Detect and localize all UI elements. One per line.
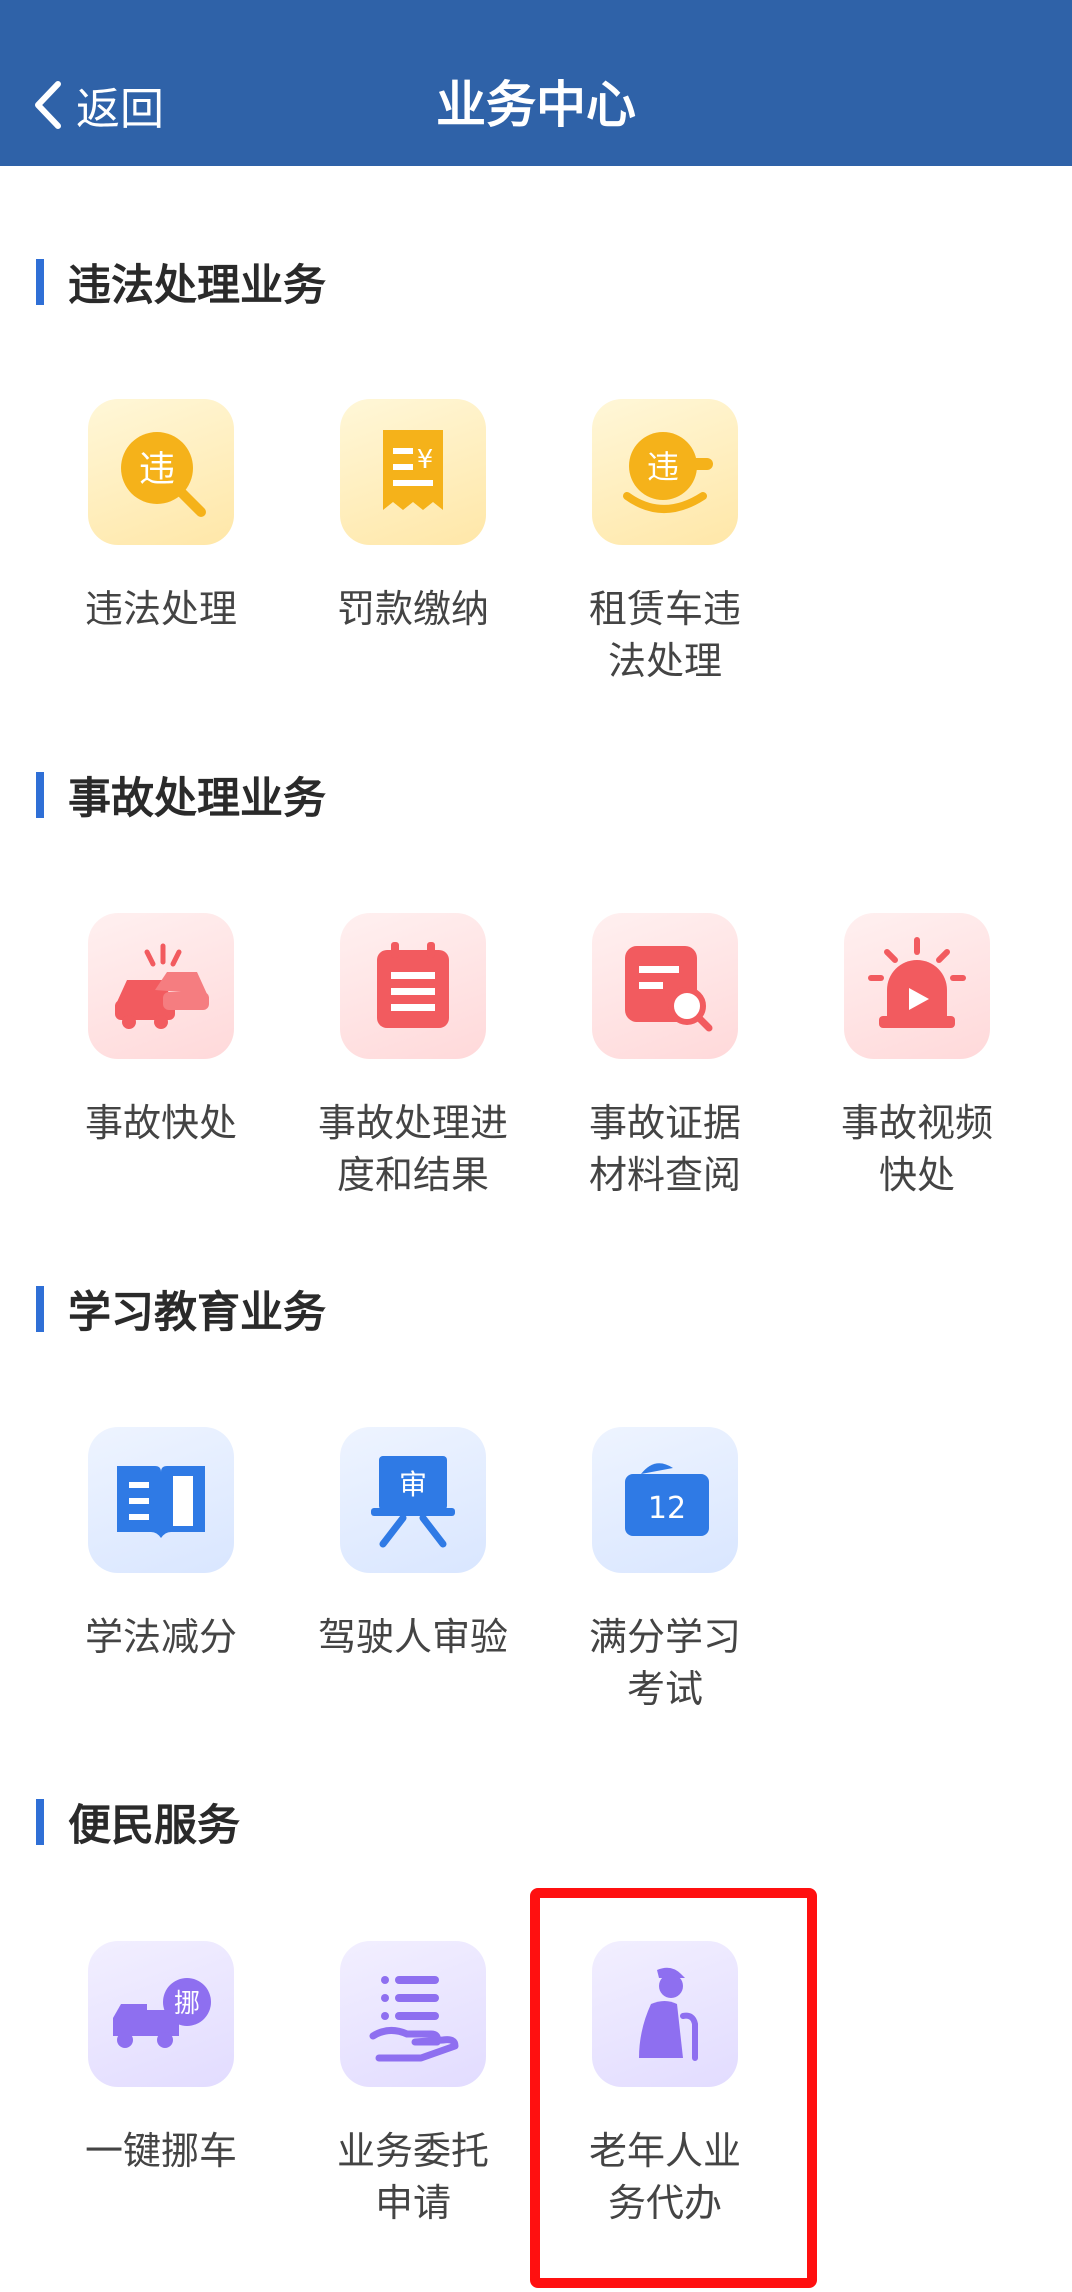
open-book-icon [88, 1427, 234, 1573]
service-driver-review[interactable]: 审 驾驶人审验 [293, 1427, 533, 1663]
section-accent-bar [36, 1286, 44, 1332]
service-accident-video[interactable]: 事故视频 快处 [797, 913, 1037, 1201]
service-label: 罚款缴纳 [336, 587, 489, 631]
svg-text:违: 违 [647, 448, 679, 486]
svg-text:审: 审 [399, 1468, 427, 1501]
section-accent-bar [36, 1799, 44, 1845]
violation-search-icon: 违 [88, 399, 234, 545]
service-label: 事故证据 材料查阅 [588, 1101, 741, 1197]
section-title-convenience: 便民服务 [36, 1794, 240, 1851]
svg-text:¥: ¥ [417, 445, 434, 475]
section-title-violation: 违法处理业务 [36, 254, 326, 311]
service-fine-payment[interactable]: ¥ 罚款缴纳 [293, 399, 533, 635]
service-rental-violation[interactable]: 违 租赁车违 法处理 [545, 399, 785, 687]
service-label: 满分学习 考试 [588, 1615, 741, 1711]
service-accident-quick[interactable]: 事故快处 [41, 913, 281, 1149]
alarm-video-icon [844, 913, 990, 1059]
progress-calendar-icon [340, 913, 486, 1059]
service-move-car[interactable]: 挪 一键挪车 [41, 1941, 281, 2177]
service-label: 业务委托 申请 [336, 2129, 489, 2225]
document-search-icon [592, 913, 738, 1059]
section-title-text: 学习教育业务 [68, 1288, 326, 1338]
service-label: 事故视频 快处 [840, 1101, 993, 1197]
highlight-box [530, 1888, 817, 2288]
section-accent-bar [36, 772, 44, 818]
page-title: 业务中心 [436, 76, 636, 134]
rental-violation-icon: 违 [592, 399, 738, 545]
svg-text:挪: 挪 [174, 1989, 200, 2019]
service-entrust-application[interactable]: 业务委托 申请 [293, 1941, 533, 2229]
service-label: 事故处理进 度和结果 [317, 1101, 508, 1197]
fine-receipt-icon: ¥ [340, 399, 486, 545]
review-board-icon: 审 [340, 1427, 486, 1573]
section-title-accident: 事故处理业务 [36, 767, 326, 824]
section-title-education: 学习教育业务 [36, 1281, 326, 1338]
move-car-icon: 挪 [88, 1941, 234, 2087]
calendar-12-icon: 12 [592, 1427, 738, 1573]
service-label: 驾驶人审验 [317, 1615, 508, 1659]
service-accident-evidence[interactable]: 事故证据 材料查阅 [545, 913, 785, 1201]
service-label: 违法处理 [84, 587, 237, 631]
section-title-text: 事故处理业务 [68, 774, 326, 824]
service-full-score-study[interactable]: 12 满分学习 考试 [545, 1427, 785, 1715]
service-study-points[interactable]: 学法减分 [41, 1427, 281, 1663]
section-title-text: 违法处理业务 [68, 261, 326, 311]
top-bar: 返回 业务中心 [0, 0, 1072, 166]
service-accident-progress[interactable]: 事故处理进 度和结果 [293, 913, 533, 1201]
svg-text:违: 违 [139, 449, 175, 490]
svg-text:12: 12 [648, 1491, 686, 1526]
car-crash-icon [88, 913, 234, 1059]
entrust-hand-icon [340, 1941, 486, 2087]
service-label: 事故快处 [84, 1101, 237, 1145]
service-label: 学法减分 [84, 1615, 237, 1659]
section-title-text: 便民服务 [68, 1801, 240, 1851]
section-accent-bar [36, 259, 44, 305]
service-violation-handling[interactable]: 违 违法处理 [41, 399, 281, 635]
service-label: 一键挪车 [84, 2129, 237, 2173]
service-label: 租赁车违 法处理 [588, 587, 741, 683]
